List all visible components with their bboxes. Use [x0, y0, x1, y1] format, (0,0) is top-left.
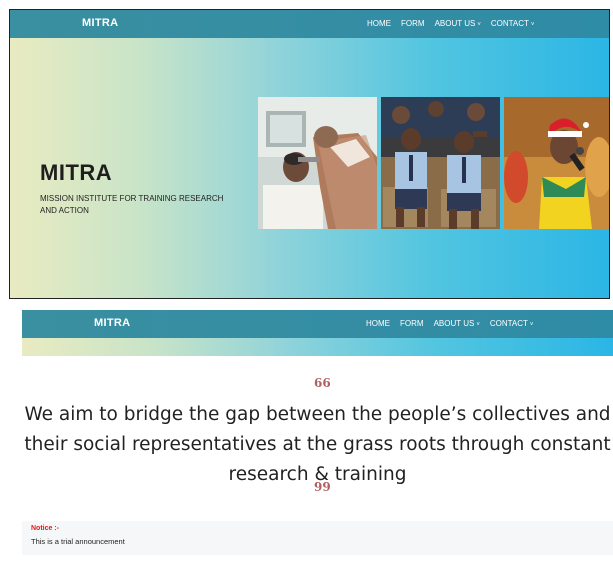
nav-about-us[interactable]: ABOUT US ˅ [435, 19, 481, 28]
hero-subtitle: MISSION INSTITUTE FOR TRAINING RESEARCH … [40, 194, 224, 215]
chevron-down-icon: ˅ [477, 22, 481, 28]
nav-home[interactable]: HOME [367, 19, 391, 28]
close-quote-icon: 99 [314, 480, 331, 494]
nav-contact[interactable]: CONTACT ˅ [490, 319, 534, 328]
open-quote-icon: 66 [314, 376, 331, 390]
hero-screenshot: MITRA HOME FORM ABOUT US ˅ CONTACT ˅ MITRA… [9, 9, 610, 299]
nav-links: HOME FORM ABOUT US ˅ CONTACT ˅ [366, 319, 533, 328]
nav-contact-label: CONTACT [490, 19, 529, 28]
hero-title: MITRA [40, 160, 113, 185]
photo-medical-exam [258, 97, 377, 229]
nav-contact[interactable]: CONTACT ˅ [491, 19, 535, 28]
nav-links: HOME FORM ABOUT US ˅ CONTACT ˅ [367, 19, 534, 28]
hero-banner-strip [22, 338, 613, 356]
top-navbar: MITRA HOME FORM ABOUT US ˅ CONTACT ˅ [10, 10, 609, 38]
notice-label: Notice :- [31, 525, 59, 532]
nav-form[interactable]: FORM [400, 319, 424, 328]
top-navbar: MITRA HOME FORM ABOUT US ˅ CONTACT ˅ [22, 310, 613, 338]
photo-girl-microphone [504, 97, 609, 229]
mission-screenshot: MITRA HOME FORM ABOUT US ˅ CONTACT ˅ 66 We… [22, 310, 613, 586]
brand-logo[interactable]: MITRA [94, 317, 130, 329]
nav-about-us[interactable]: ABOUT US ˅ [434, 319, 480, 328]
chevron-down-icon: ˅ [476, 322, 480, 328]
photo-students [381, 97, 500, 229]
notice-text: This is a trial announcement [31, 537, 125, 546]
mission-statement: We aim to bridge the gap between the peo… [24, 404, 611, 485]
nav-about-us-label: ABOUT US [434, 19, 476, 28]
chevron-down-icon: ˅ [529, 322, 534, 328]
nav-home[interactable]: HOME [366, 319, 390, 328]
hero-banner: MITRA MISSION INSTITUTE FOR TRAINING RES… [10, 38, 609, 298]
nav-about-us-label: ABOUT US [433, 319, 475, 328]
nav-form[interactable]: FORM [401, 19, 425, 28]
brand-logo[interactable]: MITRA [82, 17, 118, 29]
nav-contact-label: CONTACT [489, 319, 528, 328]
chevron-down-icon: ˅ [530, 22, 535, 28]
